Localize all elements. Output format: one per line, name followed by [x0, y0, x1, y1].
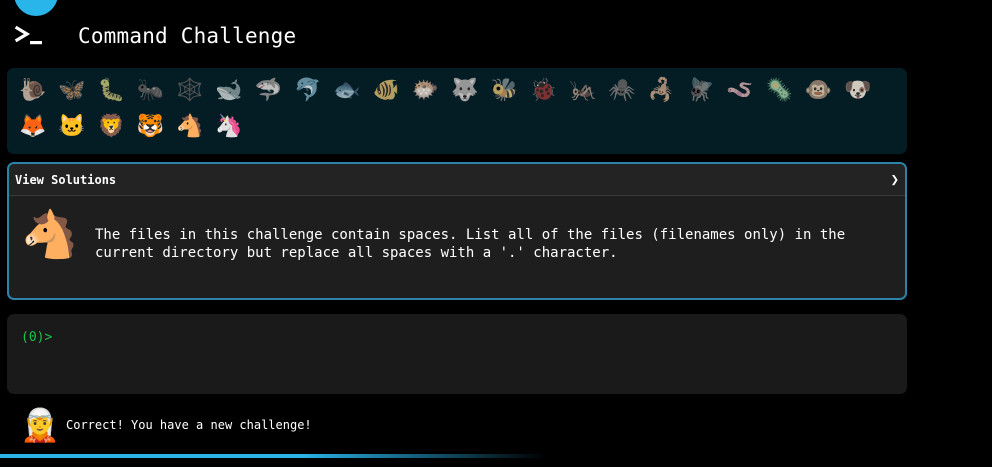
ladybug-icon[interactable]: 🐞 [524, 73, 563, 109]
fish-icon[interactable]: 🐟 [327, 73, 366, 109]
progress-bar [0, 454, 992, 458]
unicorn-icon[interactable]: 🦄 [209, 109, 248, 145]
command-input[interactable] [61, 330, 862, 345]
animal-selector: 🐌 🦋 🐛 🐜 🕸️ 🐋 🦈 🐬 🐟 🐠 🐡 🐺 🐝 🐞 🦗 🕷️ 🦂 🪰 🪱 🦠 🐵 🐶 🦊 🐱 🦁 🐯 🐴 🦄 [7, 68, 907, 154]
chevron-right-icon[interactable]: ❯ [891, 172, 899, 188]
snail-icon[interactable]: 🐌 [13, 73, 52, 109]
tropical-fish-icon[interactable]: 🐠 [367, 73, 406, 109]
wolf-icon[interactable]: 🐺 [445, 73, 484, 109]
dog-icon[interactable]: 🐶 [838, 73, 877, 109]
dolphin-icon[interactable]: 🐬 [288, 73, 327, 109]
blowfish-icon[interactable]: 🐡 [406, 73, 445, 109]
butterfly-icon[interactable]: 🦋 [52, 73, 91, 109]
scorpion-icon[interactable]: 🦂 [642, 73, 681, 109]
progress-fill [0, 454, 546, 458]
challenge-description: The files in this challenge contain spac… [95, 227, 846, 261]
header: Command Challenge [14, 22, 296, 52]
lion-icon[interactable]: 🦁 [92, 109, 131, 145]
caterpillar-icon[interactable]: 🐛 [92, 73, 131, 109]
cat-icon[interactable]: 🐱 [52, 109, 91, 145]
whale-icon[interactable]: 🐋 [209, 73, 248, 109]
shark-icon[interactable]: 🦈 [249, 73, 288, 109]
bee-icon[interactable]: 🐝 [485, 73, 524, 109]
challenge-card: View Solutions ❯ 🐴 The files in this cha… [7, 162, 907, 300]
monkey-icon[interactable]: 🐵 [799, 73, 838, 109]
status-row: 🧝 Correct! You have a new challenge! [20, 404, 312, 446]
tiger-icon[interactable]: 🐯 [131, 109, 170, 145]
app-title: Command Challenge [78, 24, 297, 48]
view-solutions-label: View Solutions [15, 172, 117, 187]
fox-icon[interactable]: 🦊 [13, 109, 52, 145]
cricket-icon[interactable]: 🦗 [563, 73, 602, 109]
spider-web-icon[interactable]: 🕸️ [170, 73, 209, 109]
status-message: Correct! You have a new challenge! [66, 418, 312, 432]
view-solutions-toggle[interactable]: View Solutions ❯ [9, 164, 905, 196]
spider-icon[interactable]: 🕷️ [602, 73, 641, 109]
microbe-icon[interactable]: 🦠 [760, 73, 799, 109]
worm-icon[interactable]: 🪱 [720, 73, 759, 109]
horse-icon: 🐴 [21, 207, 79, 261]
horse-icon[interactable]: 🐴 [170, 109, 209, 145]
challenge-body: 🐴 The files in this challenge contain sp… [9, 196, 905, 298]
terminal-icon [14, 25, 42, 45]
ant-icon[interactable]: 🐜 [131, 73, 170, 109]
top-arc-decoration [14, 0, 58, 16]
fly-icon[interactable]: 🪰 [681, 73, 720, 109]
terminal-prompt: (0)> [21, 330, 53, 345]
terminal[interactable]: (0)> [7, 314, 907, 394]
elf-icon: 🧝 [20, 406, 60, 444]
